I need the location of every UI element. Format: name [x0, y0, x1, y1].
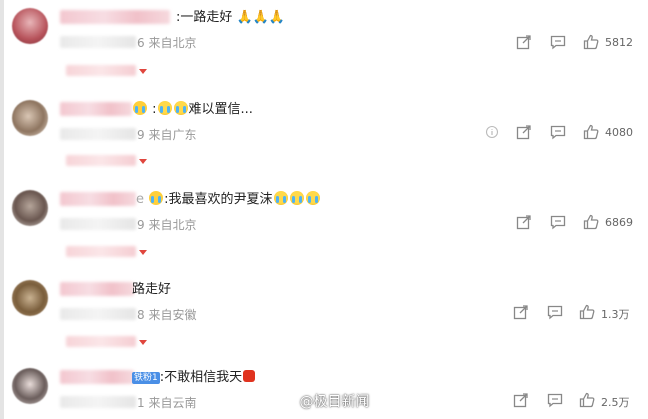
left-scroll-bar — [0, 0, 4, 419]
comment-actions: 5812 — [8, 34, 648, 50]
comment-item-3: e :我最喜欢的尹夏沫 9 来自北京 6869 — [8, 182, 648, 272]
expand-arrow-icon[interactable] — [139, 159, 147, 164]
username-blurred[interactable] — [60, 370, 134, 384]
sad-emoji-icon — [133, 101, 147, 115]
fan-tag-blurred — [66, 65, 136, 76]
comment-text: 铁粉1:不敢相信我天 — [132, 366, 256, 385]
cry-emoji-icon — [173, 101, 188, 115]
pray-emoji-icon: 🙏🙏🙏 — [232, 10, 286, 25]
like-count: 1.3万 — [601, 308, 630, 321]
sad-emoji-icon — [149, 191, 164, 205]
comment-actions: 4080 — [8, 124, 648, 140]
cry-emoji-icon — [305, 191, 320, 205]
username-blurred[interactable] — [60, 192, 136, 206]
share-icon[interactable] — [516, 34, 532, 50]
fan-badge: 铁粉1 — [132, 372, 160, 384]
like-icon[interactable] — [579, 392, 595, 408]
expand-arrow-icon[interactable] — [139, 340, 147, 345]
cry-emoji-icon — [273, 191, 288, 205]
expand-arrow-icon[interactable] — [139, 69, 147, 74]
comment-item-4: 路走好 8 来自安徽 1.3万 — [8, 272, 648, 362]
like-count: 5812 — [605, 36, 633, 49]
cry-emoji-icon — [289, 191, 304, 205]
share-icon[interactable] — [513, 392, 529, 408]
like-count: 6869 — [605, 216, 633, 229]
comment-icon[interactable] — [550, 214, 566, 230]
comment-item-1: :一路走好 🙏🙏🙏 6 来自北京 5812 — [8, 0, 648, 90]
comment-text: e :我最喜欢的尹夏沫 — [136, 188, 321, 207]
like-count: 2.5万 — [601, 396, 630, 409]
share-icon[interactable] — [513, 304, 529, 320]
comment-icon[interactable] — [547, 392, 563, 408]
gift-icon — [243, 370, 256, 382]
comment-text: :一路走好 🙏🙏🙏 — [176, 10, 286, 25]
fan-tag-blurred — [66, 155, 136, 166]
watermark: @极目新闻 — [275, 391, 369, 413]
fan-tag-blurred — [66, 246, 136, 257]
cry-emoji-icon — [157, 101, 172, 115]
comment-icon[interactable] — [547, 304, 563, 320]
expand-arrow-icon[interactable] — [139, 250, 147, 255]
share-icon[interactable] — [516, 124, 532, 140]
comment-icon[interactable] — [550, 124, 566, 140]
info-icon[interactable] — [485, 125, 499, 139]
comment-text: 路走好 — [132, 282, 172, 297]
like-icon[interactable] — [583, 34, 599, 50]
comment-icon[interactable] — [550, 34, 566, 50]
like-count: 4080 — [605, 126, 633, 139]
username-blurred[interactable] — [60, 10, 170, 24]
comment-text: : 难以置信... — [132, 98, 253, 117]
comment-item-2: : 难以置信... 9 来自广东 4080 — [8, 92, 648, 182]
weibo-logo-icon — [275, 393, 295, 409]
comment-actions: 1.3万 — [8, 304, 648, 321]
like-icon[interactable] — [583, 124, 599, 140]
share-icon[interactable] — [516, 214, 532, 230]
username-blurred[interactable] — [60, 102, 132, 116]
like-icon[interactable] — [583, 214, 599, 230]
like-icon[interactable] — [579, 304, 595, 320]
username-blurred[interactable] — [60, 282, 134, 296]
comment-actions: 6869 — [8, 214, 648, 230]
fan-tag-blurred — [66, 336, 136, 347]
